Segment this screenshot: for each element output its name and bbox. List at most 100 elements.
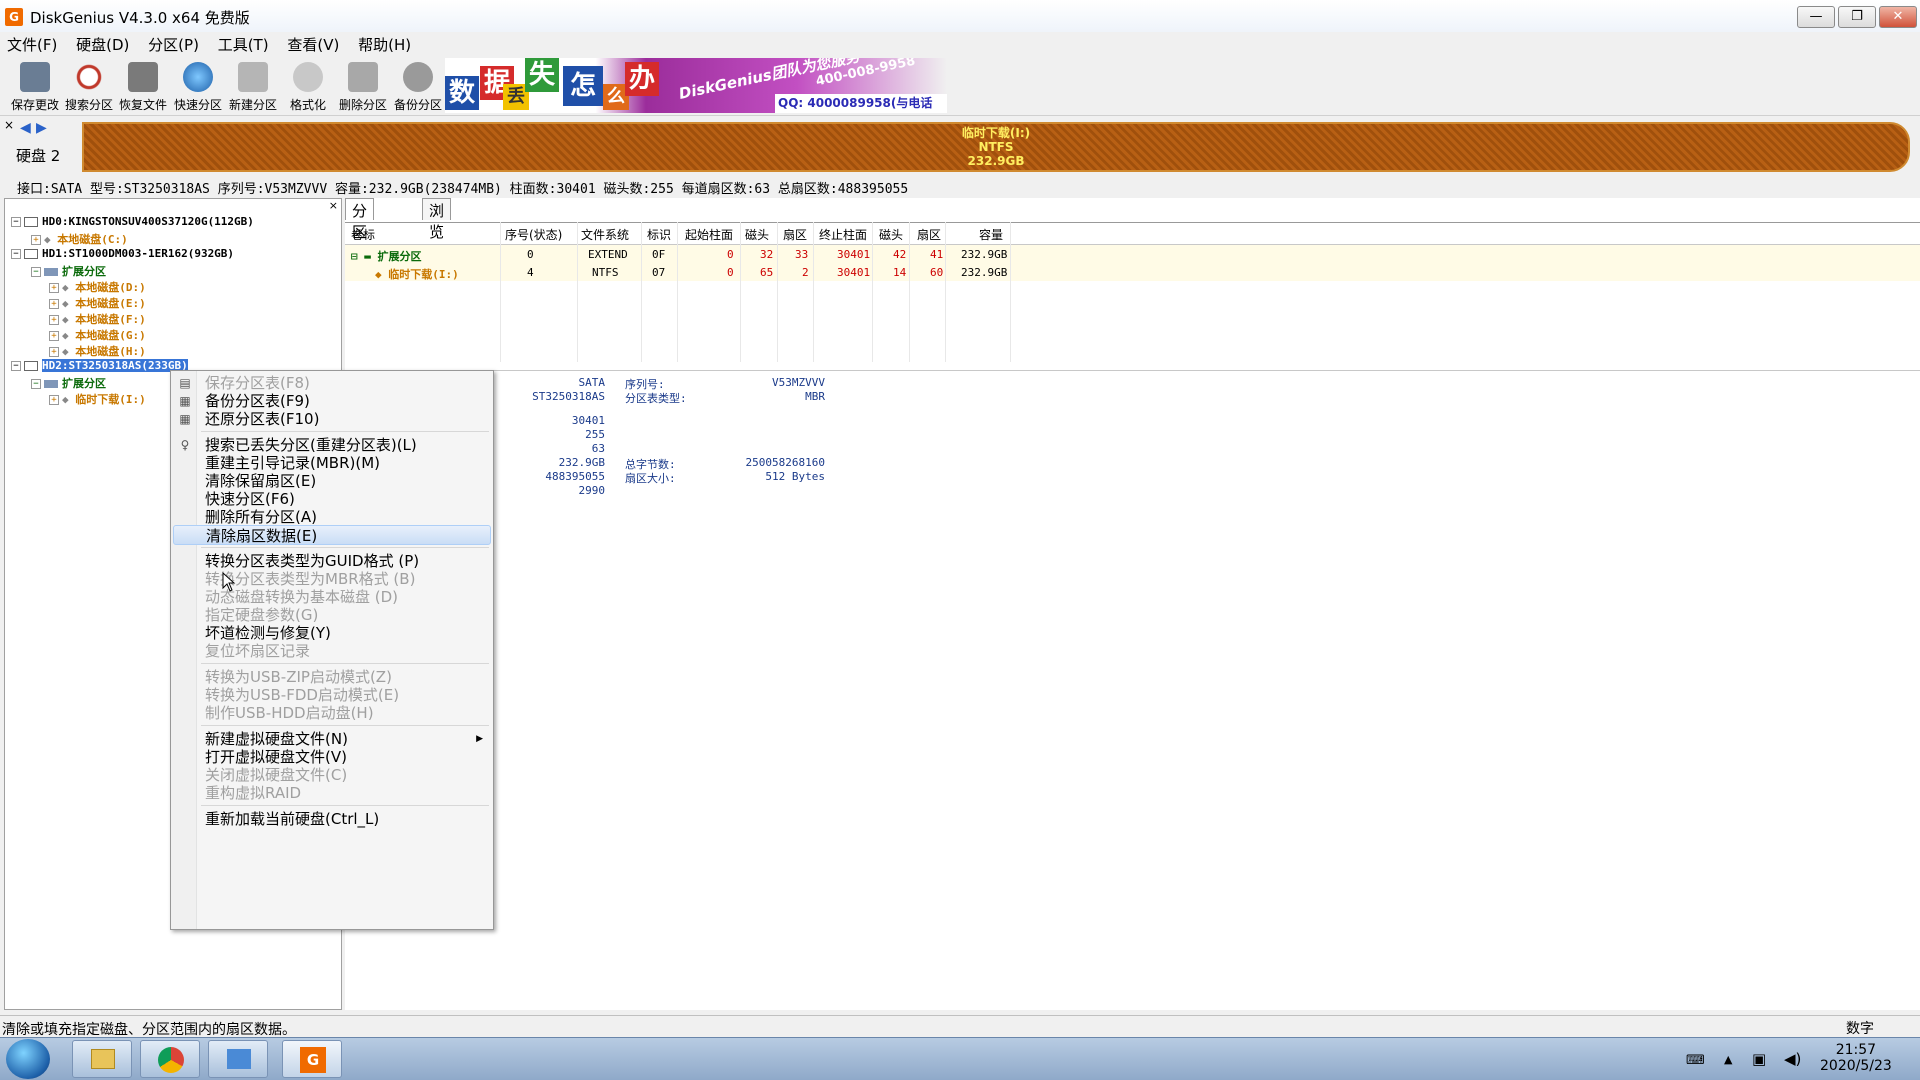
start-button[interactable] (6, 1039, 50, 1079)
col-header: 扇区 (917, 228, 942, 242)
tree-disk-hd2[interactable]: − HD2:ST3250318AS(233GB) (11, 359, 188, 372)
detail-value: ST3250318AS (532, 390, 605, 403)
menu-item-delete-all[interactable]: 删除所有分区(A) (173, 507, 491, 527)
format-icon (293, 62, 323, 92)
panel-close-icon[interactable]: × (329, 199, 338, 212)
detail-value: 488395055 (545, 470, 605, 483)
tool-label: 搜索分区 (64, 98, 113, 112)
backup-partition-button[interactable]: 备份分区 (391, 60, 445, 112)
tree-partition-h[interactable]: + ◆ 本地磁盘(H:) (49, 343, 146, 359)
tree-label: 本地磁盘(F:) (75, 313, 146, 326)
menu-partition[interactable]: 分区(P) (141, 32, 206, 57)
maximize-button[interactable]: ❐ (1838, 6, 1876, 28)
tree-partition-e[interactable]: + ◆ 本地磁盘(E:) (49, 295, 146, 311)
title-bar (0, 0, 1920, 35)
tree-partition-g[interactable]: + ◆ 本地磁盘(G:) (49, 327, 146, 343)
restore-files-button[interactable]: 恢复文件 (116, 60, 170, 112)
menu-item-label: 打开虚拟硬盘文件(V) (205, 748, 347, 766)
nav-back-icon[interactable]: ◀ (20, 120, 31, 136)
table-cell: 33 (795, 248, 809, 261)
tree-label: 本地磁盘(D:) (75, 281, 146, 294)
clock-time: 21:57 (1835, 1042, 1877, 1058)
nav-forward-icon[interactable]: ▶ (36, 120, 47, 136)
table-cell: 32 (760, 248, 774, 261)
clock[interactable]: 21:57 2020/5/23 (1820, 1042, 1892, 1074)
detail-label: 扇区大小: (625, 472, 676, 485)
menu-item-rebuild-mbr[interactable]: 重建主引导记录(MBR)(M) (173, 453, 491, 473)
menu-disk[interactable]: 硬盘(D) (69, 32, 136, 57)
menu-item-reset-bad-sectors[interactable]: 复位坏扇区记录 (173, 641, 491, 661)
tree-extended-hd2[interactable]: − 扩展分区 (31, 375, 106, 391)
tree-partition-f[interactable]: + ◆ 本地磁盘(F:) (49, 311, 146, 327)
menu-item-backup-table[interactable]: ▦ 备份分区表(F9) (173, 391, 491, 411)
menu-item-clear-sectors[interactable]: 清除扇区数据(E) (173, 525, 491, 545)
menu-item-clear-reserved[interactable]: 清除保留扇区(E) (173, 471, 491, 491)
menu-item-label: 重新加载当前硬盘(Ctrl_L) (205, 810, 380, 828)
menu-item-usb-zip[interactable]: 转换为USB-ZIP启动模式(Z) (173, 667, 491, 687)
col-header: 起始柱面 (685, 228, 734, 242)
menu-item-disk-params[interactable]: 指定硬盘参数(G) (173, 605, 491, 625)
tree-partition-c[interactable]: + ◆ 本地磁盘(C:) (31, 231, 128, 247)
menu-item-reload-disk[interactable]: 重新加载当前硬盘(Ctrl_L) (173, 809, 491, 829)
tree-partition-i[interactable]: + ◆ 临时下载(I:) (49, 391, 146, 407)
menu-item-search-lost[interactable]: ♀ 搜索已丢失分区(重建分区表)(L) (173, 435, 491, 455)
tree-label: 扩展分区 (62, 377, 106, 390)
new-partition-button[interactable]: 新建分区 (226, 60, 280, 112)
menu-item-rebuild-raid[interactable]: 重构虚拟RAID (173, 783, 491, 803)
detail-value: 512 Bytes (765, 470, 825, 483)
quick-partition-button[interactable]: 快速分区 (171, 60, 225, 112)
tab-partition-params[interactable]: 分区参数 (345, 198, 375, 283)
save-changes-button[interactable]: 保存更改 (8, 60, 62, 112)
menu-item-convert-guid[interactable]: 转换分区表类型为GUID格式 (P) (173, 551, 491, 571)
tree-partition-d[interactable]: + ◆ 本地磁盘(D:) (49, 279, 146, 295)
delete-partition-button[interactable]: 删除分区 (336, 60, 390, 112)
format-button[interactable]: 格式化 (281, 60, 335, 112)
menu-file[interactable]: 文件(F) (0, 32, 64, 57)
detail-value: 30401 (571, 414, 605, 427)
minimize-button[interactable]: — (1797, 6, 1835, 28)
folder-icon (91, 1049, 115, 1069)
tray-expand-icon[interactable]: ▲ (1724, 1053, 1732, 1066)
mouse-cursor-icon (222, 572, 236, 592)
save-icon (20, 62, 50, 92)
tool-label: 快速分区 (173, 98, 222, 112)
menu-item-bad-sector-check[interactable]: 坏道检测与修复(Y) (173, 623, 491, 643)
menu-item-usb-hdd[interactable]: 制作USB-HDD启动盘(H) (173, 703, 491, 723)
tree-disk-hd1[interactable]: − HD1:ST1000DM003-1ER162(932GB) (11, 247, 234, 260)
menu-item-new-vhd[interactable]: 新建虚拟硬盘文件(N) ▶ (173, 729, 491, 749)
menu-item-dynamic-to-basic[interactable]: 动态磁盘转换为基本磁盘 (D) (173, 587, 491, 607)
tab-browse-files[interactable]: 浏览文件 (422, 198, 452, 283)
cell-text: 扩展分区 (377, 250, 422, 263)
close-button[interactable]: ✕ (1879, 6, 1917, 28)
taskbar-control-panel[interactable] (208, 1040, 268, 1078)
taskbar-explorer[interactable] (72, 1040, 132, 1078)
network-icon[interactable]: ▣ (1752, 1050, 1766, 1068)
menu-item-usb-fdd[interactable]: 转换为USB-FDD启动模式(E) (173, 685, 491, 705)
menu-view[interactable]: 查看(V) (280, 32, 346, 57)
taskbar-diskgenius[interactable]: G (282, 1040, 342, 1078)
taskbar-chrome[interactable] (140, 1040, 200, 1078)
table-cell[interactable]: ◆ 临时下载(I:) (375, 266, 459, 282)
table-cell: 4 (527, 266, 534, 279)
volume-icon[interactable]: ◀) (1784, 1050, 1801, 1068)
menu-item-convert-mbr[interactable]: 转换分区表类型为MBR格式 (B) (173, 569, 491, 589)
tree-extended-hd1[interactable]: − 扩展分区 (31, 263, 106, 279)
ad-banner[interactable]: 数 据 丢 失 怎 么 办 DiskGenius团队为您服务 400-008-9… (445, 58, 947, 113)
keyboard-icon[interactable]: ⌨ (1686, 1053, 1705, 1068)
menu-item-restore-table[interactable]: ▦ 还原分区表(F10) (173, 409, 491, 429)
search-icon (74, 62, 104, 92)
search-partition-button[interactable]: 搜索分区 (62, 60, 116, 112)
menu-item-open-vhd[interactable]: 打开虚拟硬盘文件(V) (173, 747, 491, 767)
tree-label: 临时下载(I:) (75, 393, 146, 406)
table-cell[interactable]: ⊟ ▬ 扩展分区 (351, 248, 422, 264)
menu-item-save-table[interactable]: ▤ 保存分区表(F8) (173, 373, 491, 393)
detail-value: MBR (805, 390, 825, 403)
menu-help[interactable]: 帮助(H) (351, 32, 418, 57)
col-header: 磁头 (879, 228, 904, 242)
close-icon[interactable]: × (4, 118, 14, 132)
menu-item-quick-partition[interactable]: 快速分区(F6) (173, 489, 491, 509)
menu-item-close-vhd[interactable]: 关闭虚拟硬盘文件(C) (173, 765, 491, 785)
tree-disk-hd0[interactable]: − HD0:KINGSTONSUV400S37120G(112GB) (11, 215, 254, 228)
menu-tools[interactable]: 工具(T) (211, 32, 276, 57)
partition-bar[interactable]: 临时下载(I:) NTFS 232.9GB (82, 122, 1910, 172)
